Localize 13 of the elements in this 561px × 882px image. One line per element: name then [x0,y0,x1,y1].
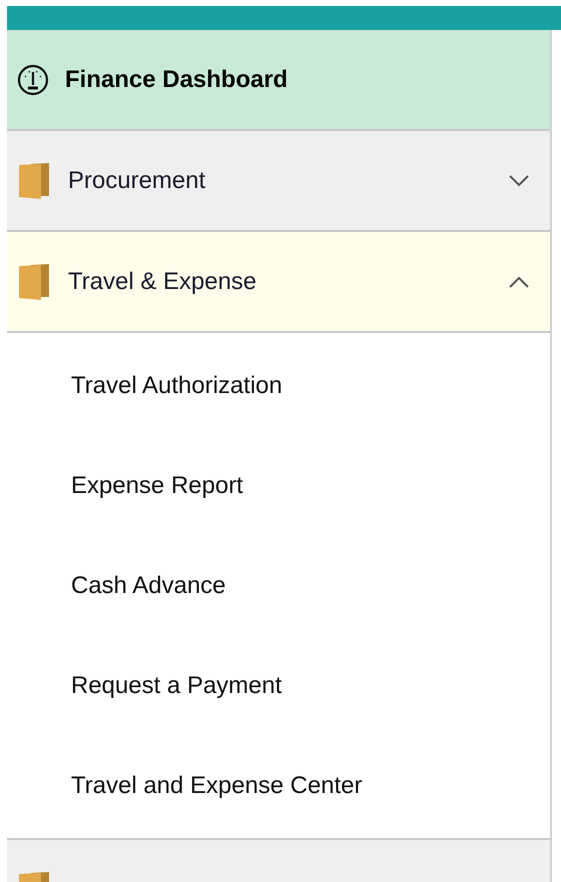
submenu-link[interactable]: Request a Payment [7,636,550,736]
chevron-up-icon [508,274,530,288]
dashboard-item[interactable]: Finance Dashboard [7,30,550,131]
folder-icon [17,162,51,200]
menu-section[interactable]: Procurement [7,131,550,232]
menu-section[interactable]: Travel & Expense [7,232,550,333]
chevron-down-icon [508,174,530,188]
submenu-link[interactable]: Travel and Expense Center [7,736,550,836]
submenu-link[interactable]: Cash Advance [7,536,550,636]
gauge-icon [17,64,49,96]
submenu-link[interactable]: Travel Authorization [7,336,550,436]
submenu-link[interactable]: Expense Report [7,436,550,536]
folder-icon [17,262,51,300]
